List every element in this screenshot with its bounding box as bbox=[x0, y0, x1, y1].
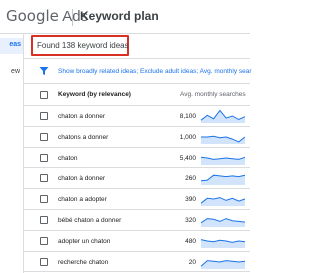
avg-searches-cell: 8,100 bbox=[179, 113, 196, 120]
row-checkbox[interactable] bbox=[40, 132, 48, 141]
table-row[interactable]: chatons a donner 1,000 bbox=[24, 126, 250, 148]
table-row[interactable]: recherche chaton 20 bbox=[24, 251, 250, 273]
table-row[interactable]: chaton à donner 260 bbox=[24, 168, 250, 190]
trend-sparkline[interactable] bbox=[200, 234, 246, 248]
sidebar-item-label: eas bbox=[9, 41, 21, 48]
table-row[interactable]: chaton a adopter 390 bbox=[24, 189, 250, 210]
row-checkbox[interactable] bbox=[40, 195, 48, 204]
table-row[interactable]: adopter un chaton 480 bbox=[24, 230, 250, 252]
row-checkbox[interactable] bbox=[40, 257, 48, 266]
trend-sparkline[interactable] bbox=[201, 130, 246, 144]
sidebar-item-overview[interactable]: ew bbox=[11, 68, 20, 75]
select-all-checkbox[interactable] bbox=[40, 91, 48, 99]
google-ads-logo[interactable]: Google Ads bbox=[6, 7, 88, 25]
filter-bar[interactable]: Show broadly related ideas; Exclude adul… bbox=[24, 58, 252, 84]
avg-searches-cell: 320 bbox=[185, 216, 196, 224]
keyword-cell: chatons a donner bbox=[58, 133, 109, 141]
row-checkbox[interactable] bbox=[40, 215, 48, 224]
table-row[interactable]: chaton a donner 8,100 bbox=[24, 106, 250, 127]
top-bar: Google Ads Keyword plan bbox=[0, 0, 250, 34]
keyword-cell: recherche chaton bbox=[58, 258, 109, 266]
page-title: Keyword plan bbox=[80, 9, 159, 23]
avg-searches-cell: 480 bbox=[185, 237, 196, 245]
row-checkbox[interactable] bbox=[40, 153, 48, 162]
trend-sparkline[interactable] bbox=[200, 171, 246, 186]
row-checkbox[interactable] bbox=[40, 236, 48, 245]
column-header-keyword[interactable]: Keyword (by relevance) bbox=[58, 91, 131, 98]
row-checkbox[interactable] bbox=[40, 112, 48, 120]
column-header-avg-searches[interactable]: Avg. monthly searches bbox=[180, 91, 246, 98]
trend-sparkline[interactable] bbox=[200, 192, 246, 207]
keyword-cell: chaton a donner bbox=[58, 113, 105, 120]
keyword-table-body: chaton a donner 8,100 chatons a donner 1,00… bbox=[24, 106, 250, 273]
avg-searches-cell: 20 bbox=[188, 258, 196, 266]
results-count-text: Found 138 keyword ideas bbox=[37, 41, 129, 50]
trend-area bbox=[201, 110, 245, 123]
row-checkbox[interactable] bbox=[40, 174, 48, 183]
keyword-cell: chaton bbox=[58, 154, 78, 162]
trend-sparkline[interactable] bbox=[200, 255, 246, 269]
table-row[interactable]: bébé chaton a donner 320 bbox=[24, 209, 250, 231]
table-header: Keyword (by relevance) Avg. monthly sear… bbox=[24, 84, 250, 106]
trend-sparkline[interactable] bbox=[200, 213, 246, 227]
keyword-cell: bébé chaton a donner bbox=[58, 216, 122, 224]
header-divider bbox=[72, 9, 73, 26]
table-row[interactable]: chaton 5,400 bbox=[24, 147, 250, 169]
keyword-cell: adopter un chaton bbox=[58, 237, 111, 245]
keyword-cell: chaton à donner bbox=[58, 175, 105, 183]
trend-sparkline[interactable] bbox=[200, 109, 246, 123]
trend-sparkline[interactable] bbox=[200, 151, 246, 165]
keyword-cell: chaton a adopter bbox=[58, 196, 107, 204]
sidebar-item-ideas[interactable]: eas bbox=[0, 38, 23, 54]
sidebar: eas ew bbox=[0, 34, 24, 273]
logo-google-text: Google bbox=[6, 7, 59, 25]
filter-summary-link[interactable]: Show broadly related ideas; Exclude adul… bbox=[58, 68, 252, 75]
avg-searches-cell: 390 bbox=[185, 196, 196, 204]
avg-searches-cell: 1,000 bbox=[179, 133, 196, 141]
filter-icon[interactable] bbox=[39, 66, 49, 76]
avg-searches-cell: 5,400 bbox=[179, 154, 196, 162]
results-count-box: Found 138 keyword ideas bbox=[31, 35, 129, 56]
avg-searches-cell: 260 bbox=[185, 175, 196, 183]
